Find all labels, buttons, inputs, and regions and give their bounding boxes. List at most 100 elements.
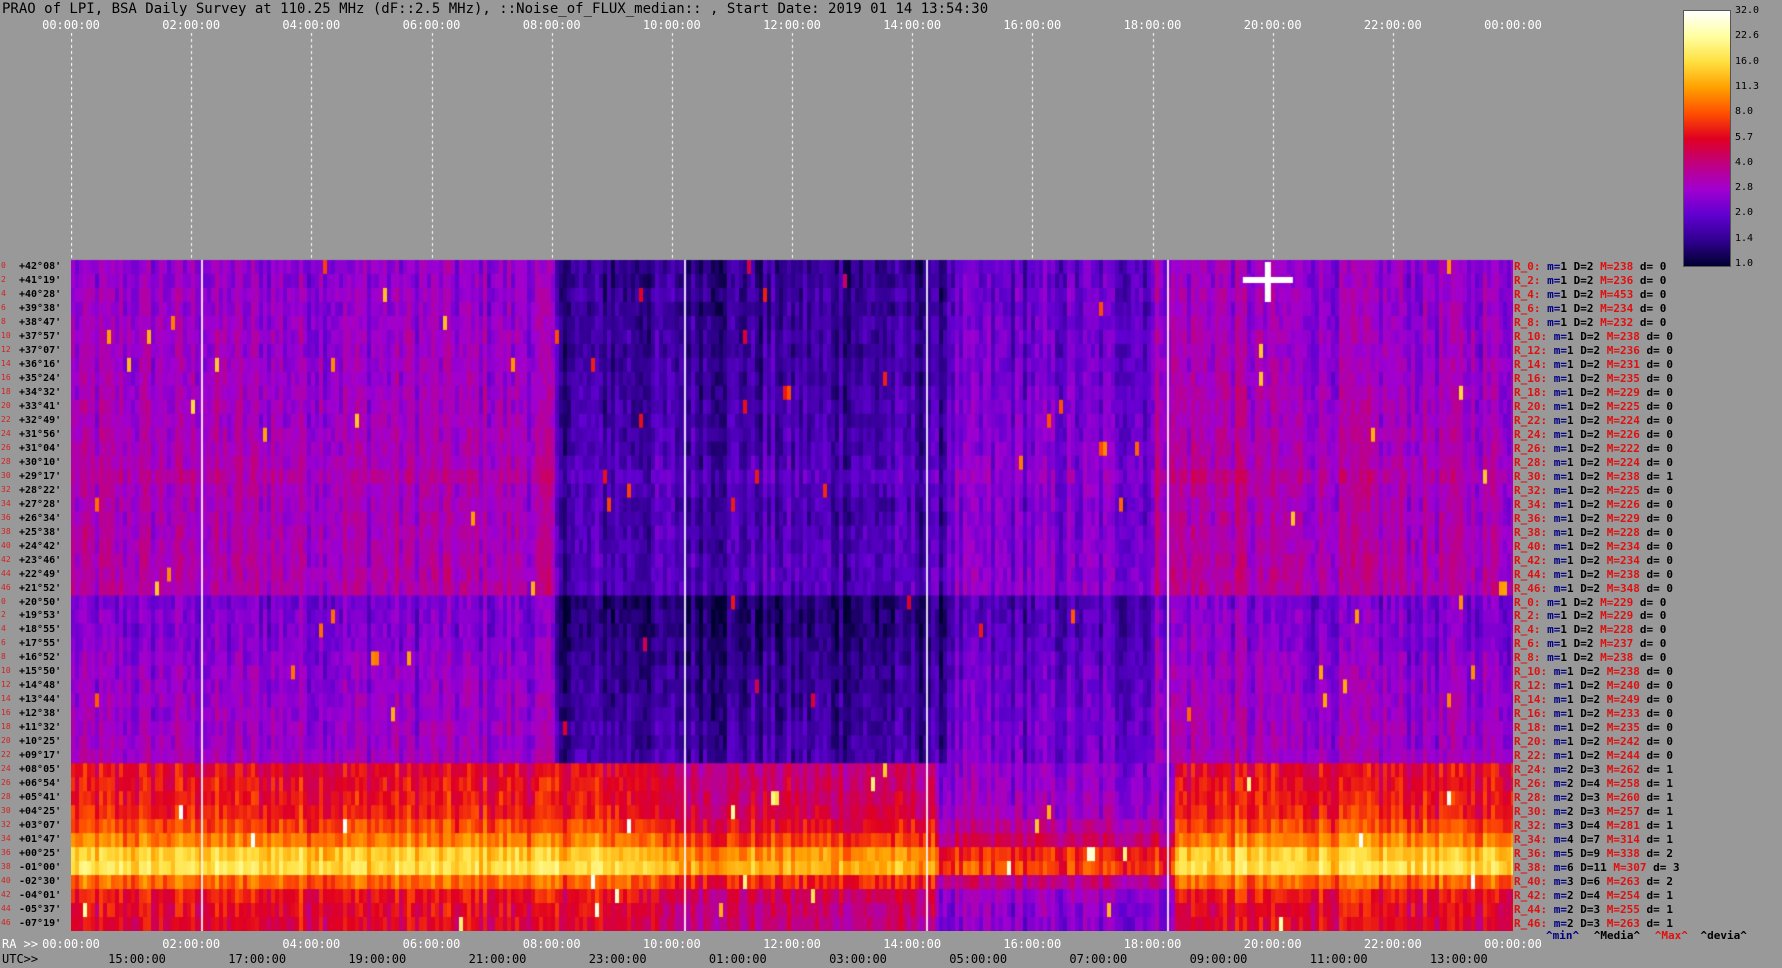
row-index: 0 <box>1 596 6 606</box>
colorbar-tick: 32.0 <box>1735 5 1760 16</box>
legend-media: ^Media^ <box>1593 929 1641 942</box>
declination-label: +37°57' <box>19 330 62 342</box>
legend-devia: ^devia^ <box>1700 929 1747 942</box>
declination-label: +13°44' <box>19 694 62 706</box>
row-index: 10 <box>1 666 11 676</box>
utc-label: 01:00:00 <box>708 952 767 966</box>
row-index: 10 <box>1 330 11 340</box>
row-stat: R_12: m=1 D=2 M=236 d= 0 <box>1514 343 1673 357</box>
declination-label: +33°41' <box>19 400 62 412</box>
declination-label: +38°47' <box>19 316 62 328</box>
declination-label: +01°47' <box>19 834 62 846</box>
row-stat: R_8: m=1 D=2 M=238 d= 0 <box>1514 651 1667 665</box>
row-index: 0 <box>1 261 6 270</box>
declination-label: +09°17' <box>19 750 62 762</box>
top-time-label: 02:00:00 <box>162 18 221 32</box>
row-index: 4 <box>1 288 6 298</box>
row-stat: R_0: m=1 D=2 M=238 d= 0 <box>1514 260 1667 273</box>
colorbar-tick: 8.0 <box>1735 106 1754 118</box>
survey-heatmap <box>71 33 1513 931</box>
ra-label: 02:00:00 <box>162 937 221 951</box>
ra-label: 12:00:00 <box>763 937 821 951</box>
utc-label: 05:00:00 <box>949 952 1008 966</box>
declination-label: +15°50' <box>19 666 62 678</box>
declination-label: +41°19' <box>19 274 62 286</box>
top-time-label: 20:00:00 <box>1243 18 1302 32</box>
row-stat: R_30: m=2 D=3 M=257 d= 1 <box>1514 805 1673 819</box>
utc-label: 09:00:00 <box>1189 952 1248 966</box>
top-time-label: 14:00:00 <box>883 18 942 32</box>
row-index: 16 <box>1 372 11 382</box>
declination-label: +30°10' <box>19 456 62 468</box>
row-index: 30 <box>1 470 11 480</box>
declination-label: +21°52' <box>19 582 62 594</box>
ra-label: 00:00:00 <box>42 937 100 951</box>
declination-label: +36°16' <box>19 358 62 370</box>
colorbar-tick: 2.8 <box>1735 182 1754 194</box>
declination-label: +12°38' <box>19 708 62 720</box>
top-time-label: 12:00:00 <box>763 18 821 32</box>
row-stat: R_6: m=1 D=2 M=237 d= 0 <box>1514 637 1667 651</box>
row-stat: R_38: m=1 D=2 M=228 d= 0 <box>1514 525 1673 539</box>
row-index: 38 <box>1 862 11 872</box>
legend-min: ^min^ <box>1546 929 1580 942</box>
row-index: 26 <box>1 442 11 452</box>
row-stat: R_22: m=1 D=2 M=244 d= 0 <box>1514 749 1673 763</box>
utc-label: 03:00:00 <box>829 952 887 966</box>
row-index: 2 <box>1 274 6 284</box>
row-stat: R_34: m=4 D=7 M=314 d= 1 <box>1514 833 1673 847</box>
utc-label: 17:00:00 <box>228 952 287 966</box>
utc-label: 21:00:00 <box>468 952 527 966</box>
utc-label: 15:00:00 <box>108 952 166 966</box>
row-index: 34 <box>1 498 11 508</box>
row-stat: R_40: m=1 D=2 M=234 d= 0 <box>1514 539 1673 553</box>
row-index: 22 <box>1 414 11 424</box>
heatmap-canvas <box>71 33 1513 931</box>
row-stat: R_28: m=2 D=3 M=260 d= 1 <box>1514 791 1673 805</box>
declination-label: +19°53' <box>19 610 62 622</box>
ra-label: 20:00:00 <box>1243 937 1302 951</box>
row-index: 14 <box>1 358 11 368</box>
row-index: 44 <box>1 904 11 914</box>
row-index: 20 <box>1 736 11 746</box>
row-index: 32 <box>1 820 11 830</box>
declination-label: +25°38' <box>19 526 62 538</box>
colorbar-tick: 11.3 <box>1735 80 1760 92</box>
row-stat: R_16: m=1 D=2 M=235 d= 0 <box>1514 371 1673 385</box>
row-index: 34 <box>1 834 11 844</box>
declination-label: +28°22' <box>19 484 62 496</box>
declination-label: +32°49' <box>19 414 62 426</box>
row-index: 14 <box>1 694 11 704</box>
top-time-label: 22:00:00 <box>1363 18 1422 32</box>
row-stat: R_0: m=1 D=2 M=229 d= 0 <box>1514 595 1667 609</box>
declination-label: -01°00' <box>19 862 62 874</box>
row-index: 46 <box>1 582 11 592</box>
declination-label: +31°56' <box>19 428 62 440</box>
row-index: 16 <box>1 708 11 718</box>
declination-label: +42°08' <box>19 261 62 272</box>
top-time-label: 06:00:00 <box>402 18 461 32</box>
ra-label: 06:00:00 <box>402 937 461 951</box>
row-index: 36 <box>1 848 11 858</box>
row-index: 8 <box>1 316 6 326</box>
declination-label: +10°25' <box>19 736 62 748</box>
row-stat: R_6: m=1 D=2 M=234 d= 0 <box>1514 301 1667 315</box>
top-time-label: 18:00:00 <box>1123 18 1182 32</box>
row-stat: R_38: m=6 D=11 M=307 d= 3 <box>1514 861 1680 875</box>
declination-label: +22°49' <box>19 568 62 580</box>
row-stat: R_4: m=1 D=2 M=453 d= 0 <box>1514 287 1667 301</box>
row-stat: R_26: m=1 D=2 M=222 d= 0 <box>1514 441 1673 455</box>
colorbar-tick: 1.0 <box>1735 258 1754 269</box>
row-stat: R_34: m=1 D=2 M=226 d= 0 <box>1514 497 1673 511</box>
declination-label: +03°07' <box>19 820 62 832</box>
row-index: 6 <box>1 638 6 648</box>
row-stat: R_32: m=1 D=2 M=225 d= 0 <box>1514 483 1673 497</box>
top-time-label: 10:00:00 <box>642 18 701 32</box>
utc-label: 13:00:00 <box>1429 952 1488 966</box>
declination-label: -07°19' <box>19 918 62 930</box>
top-time-label: 16:00:00 <box>1003 18 1062 32</box>
colorbar-tick: 22.6 <box>1735 30 1760 42</box>
row-index: 8 <box>1 652 6 662</box>
declination-label: -05°37' <box>19 904 62 916</box>
declination-label: -04°01' <box>19 890 62 902</box>
